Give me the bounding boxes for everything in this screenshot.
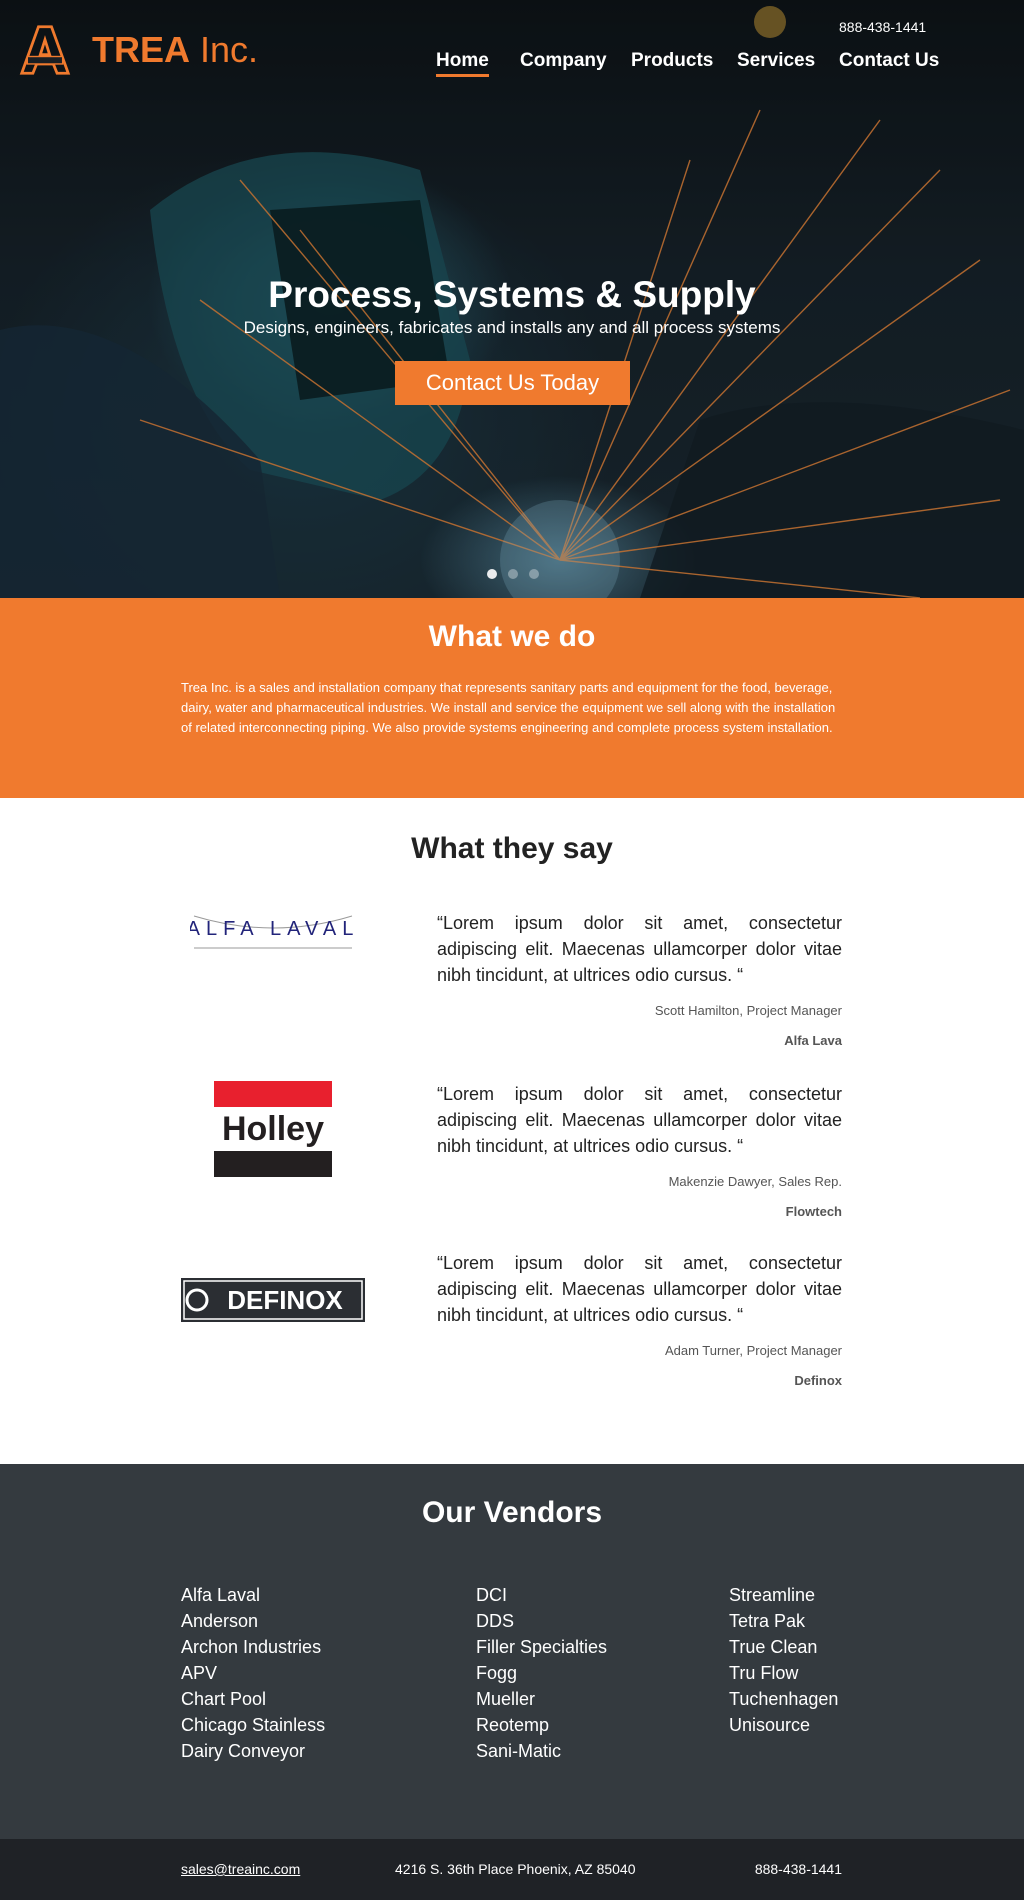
vendors-title: Our Vendors	[421, 1496, 603, 1529]
testimonial-quote: “Lorem ipsum dolor sit amet, consectetur…	[437, 1084, 842, 1156]
vendor-item: Mueller	[476, 1689, 536, 1709]
testimonial-author: Adam Turner, Project Manager	[664, 1343, 842, 1358]
hero-banner: TREA Inc. 888-438-1441 Home Company Prod…	[0, 0, 1024, 598]
vendor-item: Tuchenhagen	[729, 1689, 839, 1709]
site-footer: sales@treainc.com 4216 S. 36th Place Pho…	[0, 1839, 1024, 1900]
footer-email-link[interactable]: sales@treainc.com	[181, 1861, 300, 1877]
footer-phone: 888-438-1441	[754, 1861, 842, 1877]
vendor-column-3: Streamline Tetra Pak True Clean Tru Flow…	[729, 1582, 838, 1738]
definox-logo: DEFINOX	[181, 1278, 365, 1322]
svg-text:Holley: Holley	[222, 1110, 324, 1148]
vendor-item: Fogg	[476, 1663, 518, 1683]
vendor-item: Filler Specialties	[476, 1637, 608, 1657]
vendor-item: Chart Pool	[181, 1689, 267, 1709]
vendor-item: Dairy Conveyor	[181, 1741, 306, 1761]
vendor-item: Anderson	[181, 1611, 259, 1631]
what-we-do-section: What we do Trea Inc. is a sales and inst…	[0, 598, 1024, 798]
svg-text:ALFA LAVAL: ALFA LAVAL	[190, 918, 356, 940]
hero-subtitle: Designs, engineers, fabricates and insta…	[243, 318, 781, 337]
nav-contact-us[interactable]: Contact Us	[839, 50, 939, 72]
contact-us-today-button[interactable]: Contact Us Today	[395, 361, 630, 405]
testimonial-author: Scott Hamilton, Project Manager	[654, 1003, 842, 1018]
vendor-item: Tetra Pak	[729, 1611, 806, 1631]
vendor-item: Sani-Matic	[476, 1741, 562, 1761]
carousel-indicators	[487, 569, 550, 579]
vendor-column-1: Alfa Laval Anderson Archon Industries AP…	[181, 1582, 325, 1764]
carousel-dot-3[interactable]	[529, 569, 539, 579]
nav-company[interactable]: Company	[520, 50, 607, 72]
vendor-item: Tru Flow	[729, 1663, 799, 1683]
vendor-item: Archon Industries	[181, 1637, 322, 1657]
alfa-laval-logo: ALFA LAVAL	[190, 915, 356, 949]
holley-logo: Holley	[214, 1081, 332, 1177]
vendor-item: Streamline	[729, 1585, 816, 1605]
header-phone: 888-438-1441	[839, 19, 927, 35]
vendor-item: True Clean	[729, 1637, 818, 1657]
main-nav: Home Company Products Services Contact U…	[0, 50, 1024, 80]
vendor-column-2: DCI DDS Filler Specialties Fogg Mueller …	[476, 1582, 607, 1764]
carousel-dot-1[interactable]	[487, 569, 497, 579]
what-we-do-body: Trea Inc. is a sales and installation co…	[181, 680, 836, 735]
vendor-item: Reotemp	[476, 1715, 550, 1735]
testimonial-item: DEFINOX “Lorem ipsum dolor sit amet, con…	[0, 1250, 1024, 1400]
nav-home[interactable]: Home	[436, 50, 489, 77]
testimonial-quote: “Lorem ipsum dolor sit amet, consectetur…	[437, 913, 842, 985]
testimonials-title: What they say	[411, 832, 613, 865]
what-we-do-title: What we do	[428, 620, 596, 653]
testimonial-author: Makenzie Dawyer, Sales Rep.	[668, 1174, 842, 1189]
testimonial-item: ALFA LAVAL “Lorem ipsum dolor sit amet, …	[0, 910, 1024, 1060]
vendor-item: DCI	[476, 1585, 507, 1605]
footer-address: 4216 S. 36th Place Phoenix, AZ 85040	[395, 1861, 636, 1877]
vendor-item: Alfa Laval	[181, 1585, 261, 1605]
nav-products[interactable]: Products	[631, 50, 713, 72]
testimonial-item: Holley “Lorem ipsum dolor sit amet, cons…	[0, 1081, 1024, 1231]
vendors-section: Our Vendors Alfa Laval Anderson Archon I…	[0, 1464, 1024, 1839]
nav-services[interactable]: Services	[737, 50, 815, 72]
testimonial-company: Definox	[794, 1373, 842, 1388]
vendor-item: Unisource	[729, 1715, 811, 1735]
hero-title: Process, Systems & Supply	[268, 274, 756, 315]
svg-text:DEFINOX: DEFINOX	[227, 1285, 343, 1315]
vendor-item: Chicago Stainless	[181, 1715, 326, 1735]
testimonial-company: Alfa Lava	[784, 1033, 842, 1048]
vendor-item: DDS	[476, 1611, 515, 1631]
testimonial-quote: “Lorem ipsum dolor sit amet, consectetur…	[437, 1253, 842, 1325]
carousel-dot-2[interactable]	[508, 569, 518, 579]
vendor-item: APV	[181, 1663, 218, 1683]
testimonial-company: Flowtech	[785, 1204, 842, 1219]
